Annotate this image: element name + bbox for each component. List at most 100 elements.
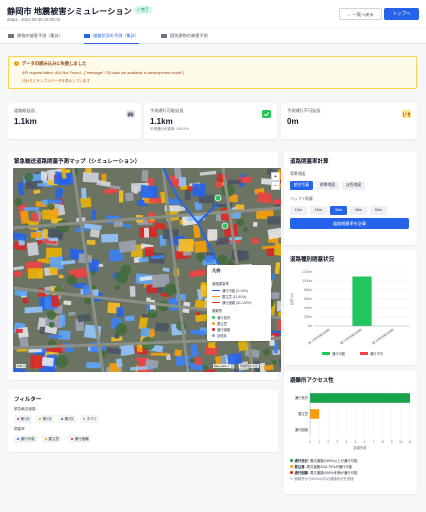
building-block — [13, 270, 23, 278]
building-block — [49, 237, 59, 242]
tree — [114, 284, 120, 291]
building-block — [41, 199, 49, 206]
building-block — [141, 169, 149, 182]
filter-label: 第3次 — [64, 417, 74, 421]
bar — [310, 393, 410, 403]
building-block — [174, 349, 183, 357]
dot-icon — [44, 437, 47, 440]
zoom-out-button[interactable]: − — [271, 181, 280, 190]
road-chart-card: 道路種別閉塞状況 0m 200m 400m 600m 800m 1000m 1200m 延長 … — [284, 250, 417, 365]
y-tick-label: 200m — [304, 315, 312, 319]
building-block — [233, 368, 239, 372]
building-block — [46, 247, 62, 259]
building-block — [138, 257, 149, 263]
buffer-option-50[interactable]: 50m — [370, 206, 387, 215]
buffer-option-40[interactable]: 40m — [350, 206, 367, 215]
calc-title: 道路閉塞率計算 — [290, 159, 329, 165]
buffer-option-30[interactable]: 30m — [330, 206, 347, 215]
building-block — [144, 246, 155, 257]
shelter-marker — [214, 194, 222, 202]
building-block — [257, 191, 273, 204]
tab-building-summary[interactable]: 建物の被害予測（集計） — [8, 28, 63, 44]
bar — [310, 409, 320, 419]
y-axis-label: 延長 (m) — [289, 293, 294, 305]
buffer-option-20[interactable]: 20m — [310, 206, 327, 215]
legend-shelter-header: 避難所 — [212, 309, 223, 313]
filter-road-2[interactable]: 第2次 — [36, 415, 54, 423]
line-swatch — [212, 289, 220, 291]
bg-option-standard[interactable]: 標準地図 — [316, 181, 339, 190]
tab-label: 個別建物の被害予測 — [170, 33, 208, 38]
stat-sub: 予測通行可能率: 100.0% — [150, 127, 189, 131]
dot-swatch — [212, 316, 215, 319]
tree — [147, 309, 158, 319]
filter-road-3[interactable]: 第3次 — [58, 415, 76, 423]
tree — [48, 321, 55, 328]
building-block — [82, 171, 99, 183]
stat-value: 1.1km — [14, 117, 37, 126]
building-block — [277, 320, 281, 331]
error-alert: ! データの読み込みに失敗しました API request failed: 40… — [8, 56, 417, 89]
car-icon — [126, 110, 135, 118]
filter-rate-caution[interactable]: 要注意 — [42, 435, 62, 443]
building-block — [43, 258, 48, 262]
building-block — [50, 294, 60, 308]
legend-label: 通行良好 — [217, 316, 231, 320]
building-block — [22, 297, 29, 304]
building-block — [24, 306, 43, 314]
bg-option-aerial[interactable]: 航空写真 — [290, 181, 313, 190]
tab-label: 道路状況の予測（集計） — [93, 33, 140, 38]
back-to-list-button[interactable]: ← 一覧へ戻る — [339, 8, 382, 20]
building-block — [42, 229, 48, 239]
filter-rate-difficult[interactable]: 通行困難 — [68, 435, 91, 443]
building-block — [139, 184, 158, 199]
building-block — [26, 242, 39, 257]
building-block — [63, 300, 72, 306]
tab-individual-building[interactable]: 個別建物の被害予測 — [161, 28, 208, 44]
filter-group-road-label: 緊急輸送道路 — [14, 407, 36, 411]
x-tick-label: 5 — [355, 440, 357, 444]
building-block — [47, 199, 63, 205]
bg-option-pale[interactable]: 淡色地図 — [342, 181, 365, 190]
top-button[interactable]: トップへ — [384, 8, 419, 20]
tree — [236, 218, 245, 226]
building-block — [267, 216, 280, 225]
filter-label: 通行可能 — [20, 437, 35, 441]
buffer-option-10[interactable]: 10m — [290, 206, 307, 215]
zoom-in-button[interactable]: + — [271, 172, 280, 181]
legend-label: 通行困難 (51-100%) — [222, 301, 252, 305]
legend-road-item: 通行困難 (51-100%) — [212, 300, 252, 305]
y-tick-label: 通行良好 — [295, 395, 309, 400]
building-block — [86, 362, 101, 369]
tab-label: 建物の被害予測（集計） — [17, 33, 64, 38]
y-tick-label: 通行困難 — [295, 427, 309, 432]
alert-message: API request failed: 404 Not Found - {"me… — [22, 70, 184, 75]
filter-road-all[interactable]: すべて — [80, 415, 99, 423]
building-icon — [8, 33, 14, 38]
legend-label: 通行可能 — [332, 351, 346, 356]
x-tick-label: 第2次緊急輸送道路 — [339, 327, 363, 346]
building-block — [41, 357, 54, 367]
building-block — [116, 307, 124, 317]
building-block — [89, 228, 101, 238]
building-block — [252, 221, 258, 227]
legend-label: 要注意 (11-50%) — [222, 295, 247, 299]
y-tick-label: 0m — [308, 324, 313, 328]
building-block — [79, 197, 92, 208]
filter-group-rate-label: 閉塞率 — [14, 427, 25, 431]
filter-rate-passable[interactable]: 通行可能 — [14, 435, 37, 443]
legend-swatch — [322, 352, 330, 355]
x-tick-label: 6 — [364, 440, 366, 444]
legend-shelter-item: 通行困難 — [212, 327, 230, 332]
dot-icon — [290, 465, 293, 468]
calculate-button[interactable]: 道路閉塞率を計算 — [290, 218, 409, 229]
alert-title: データの読み込みに失敗しました — [22, 61, 87, 66]
tree — [243, 227, 248, 232]
tab-road-summary[interactable]: 道路状況の予測（集計） — [84, 28, 140, 44]
building-block — [20, 210, 30, 224]
tree — [115, 270, 128, 284]
tree — [66, 274, 78, 286]
building-block — [101, 233, 119, 243]
filter-road-1[interactable]: 第1次 — [14, 415, 32, 423]
shelter-marker — [221, 222, 229, 230]
